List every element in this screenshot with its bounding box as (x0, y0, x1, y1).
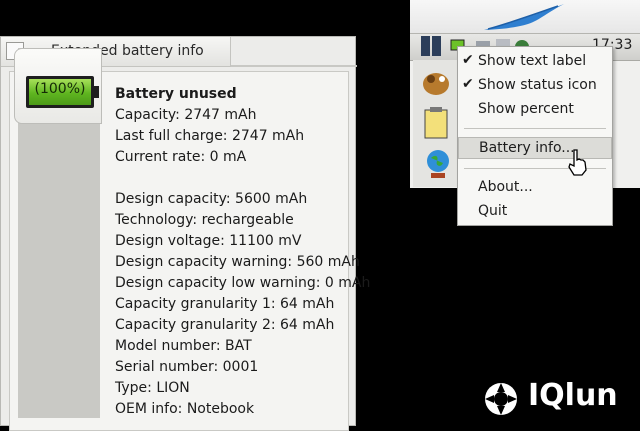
menu-separator (464, 128, 606, 129)
battery-terminal-icon (94, 86, 99, 98)
watermark-text: IQlun (528, 378, 618, 413)
menu-item-quit[interactable]: Quit (458, 201, 612, 223)
window-list-icon[interactable] (420, 35, 442, 57)
battery-detail-line: Last full charge: 2747 mAh (115, 128, 305, 144)
hand-cursor-icon (568, 149, 587, 176)
globe-app-icon[interactable] (423, 148, 453, 180)
battery-status-heading: Battery unused (115, 86, 237, 102)
battery-detail-line: Design capacity low warning: 0 mAh (115, 275, 371, 291)
menu-item-show-percent[interactable]: Show percent (458, 99, 612, 121)
battery-details: Battery unused Capacity: 2747 mAh Last fu… (115, 84, 371, 420)
battery-icon: (100%) (26, 76, 99, 108)
battery-detail-line: Design capacity warning: 560 mAh (115, 254, 360, 270)
menu-item-show-text-label[interactable]: ✔ Show text label (458, 51, 612, 73)
battery-detail-line: Model number: BAT (115, 338, 252, 354)
battery-detail-line: Design capacity: 5600 mAh (115, 191, 308, 207)
battery-detail-line: OEM info: Notebook (115, 401, 255, 417)
battery-details-group1: Capacity: 2747 mAh Last full charge: 2747… (115, 105, 353, 168)
battery-detail-line: Capacity: 2747 mAh (115, 107, 257, 123)
battery-detail-line: Capacity granularity 2: 64 mAh (115, 317, 335, 333)
battery-percent-label: (100%) (34, 81, 86, 97)
checkmark-icon: ✔ (462, 52, 474, 68)
menu-item-about[interactable]: About... (458, 177, 612, 199)
battery-detail-line: Technology: rechargeable (115, 212, 294, 228)
feather-logo-icon (484, 4, 564, 30)
battery-detail-line: Serial number: 0001 (115, 359, 259, 375)
battery-detail-line: Type: LION (115, 380, 190, 396)
watermark-logo-icon (485, 383, 517, 415)
tray-context-menu: ✔ Show text label ✔ Show status icon Sho… (457, 46, 613, 226)
battery-detail-line: Current rate: 0 mA (115, 149, 247, 165)
notepad-app-icon[interactable] (422, 106, 450, 140)
battery-detail-line: Capacity granularity 1: 64 mAh (115, 296, 335, 312)
menu-item-show-status-icon[interactable]: ✔ Show status icon (458, 75, 612, 97)
dog-app-icon[interactable] (418, 64, 454, 100)
titlebar-edge (231, 65, 357, 67)
battery-details-group2: Design capacity: 5600 mAh Technology: rec… (115, 189, 371, 420)
checkmark-icon: ✔ (462, 76, 474, 92)
battery-detail-line: Design voltage: 11100 mV (115, 233, 302, 249)
